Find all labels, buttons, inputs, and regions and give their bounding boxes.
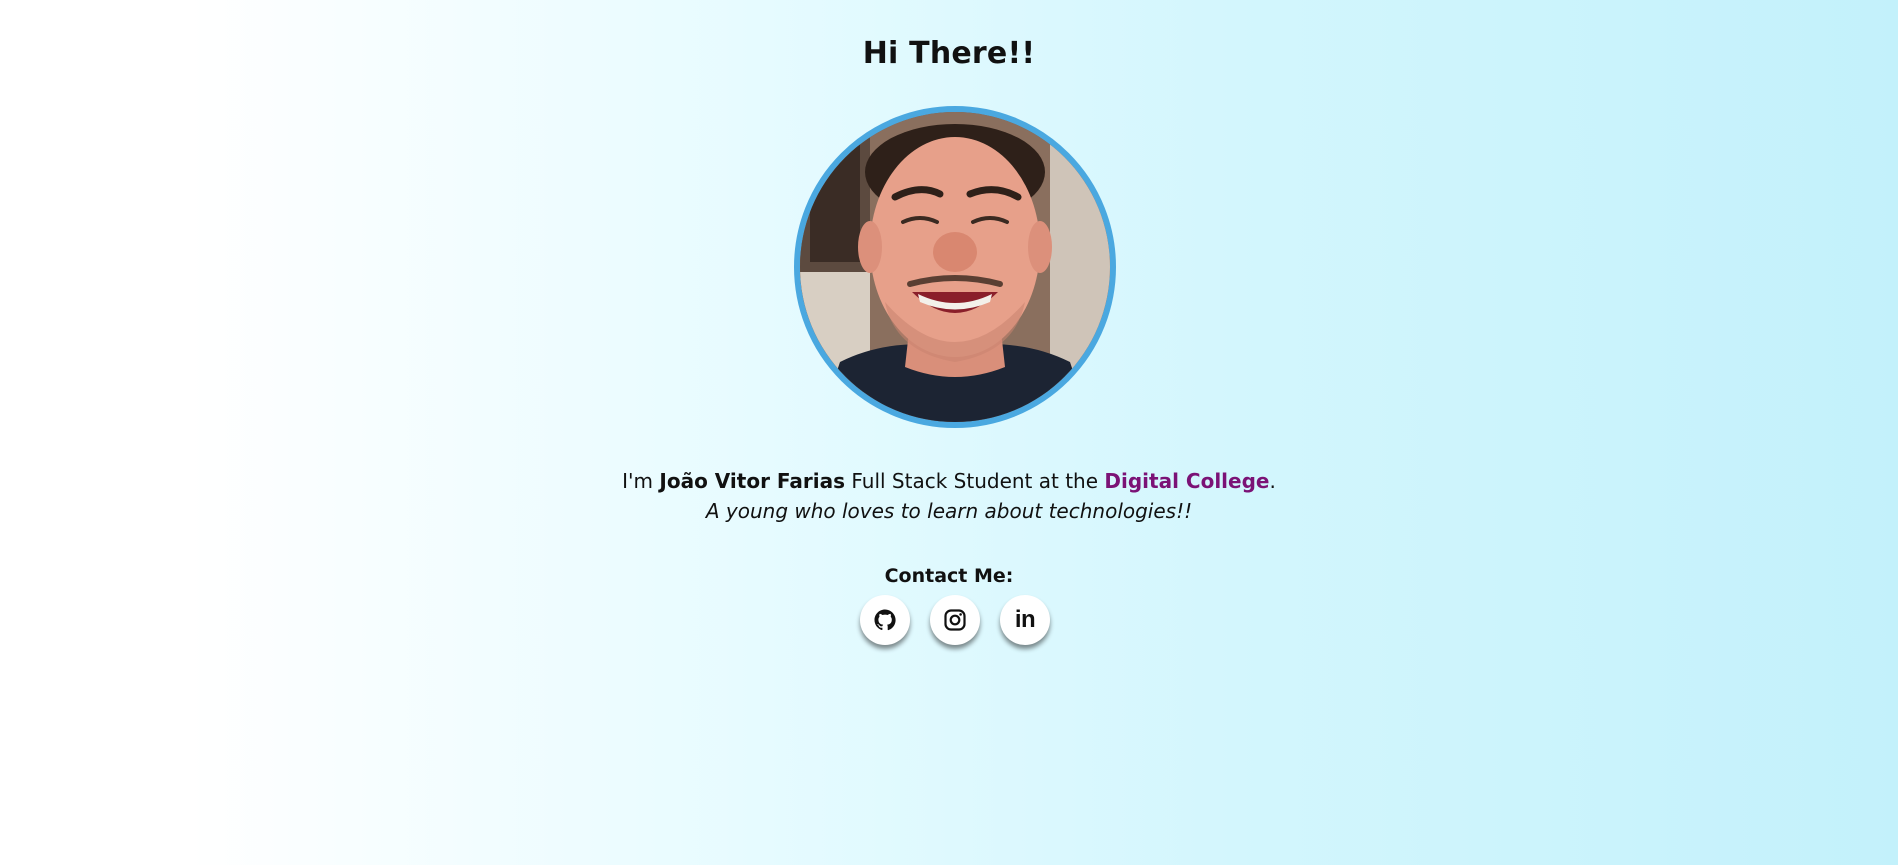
intro-name: João Vitor Farias <box>659 469 846 493</box>
page: Hi There!! I'm João Vitor Farias Full St… <box>0 0 1898 865</box>
page-title: Hi There!! <box>862 36 1036 71</box>
github-button[interactable] <box>860 595 910 645</box>
intro-text: I'm João Vitor Farias Full Stack Student… <box>0 466 1898 526</box>
linkedin-icon: in <box>1014 606 1036 633</box>
linkedin-button[interactable]: in <box>1000 595 1050 645</box>
intro-middle: Full Stack Student at the <box>845 469 1105 493</box>
intro-prefix: I'm <box>622 469 660 493</box>
tagline: A young who loves to learn about technol… <box>705 499 1193 523</box>
contact-label: Contact Me: <box>884 565 1014 587</box>
avatar <box>794 106 1116 428</box>
school-link[interactable]: Digital College <box>1104 469 1269 493</box>
intro-suffix: . <box>1269 469 1276 493</box>
instagram-button[interactable] <box>930 595 980 645</box>
instagram-icon <box>944 609 966 631</box>
social-links: in <box>860 595 1050 647</box>
avatar-photo <box>800 112 1110 422</box>
github-icon <box>874 609 896 631</box>
